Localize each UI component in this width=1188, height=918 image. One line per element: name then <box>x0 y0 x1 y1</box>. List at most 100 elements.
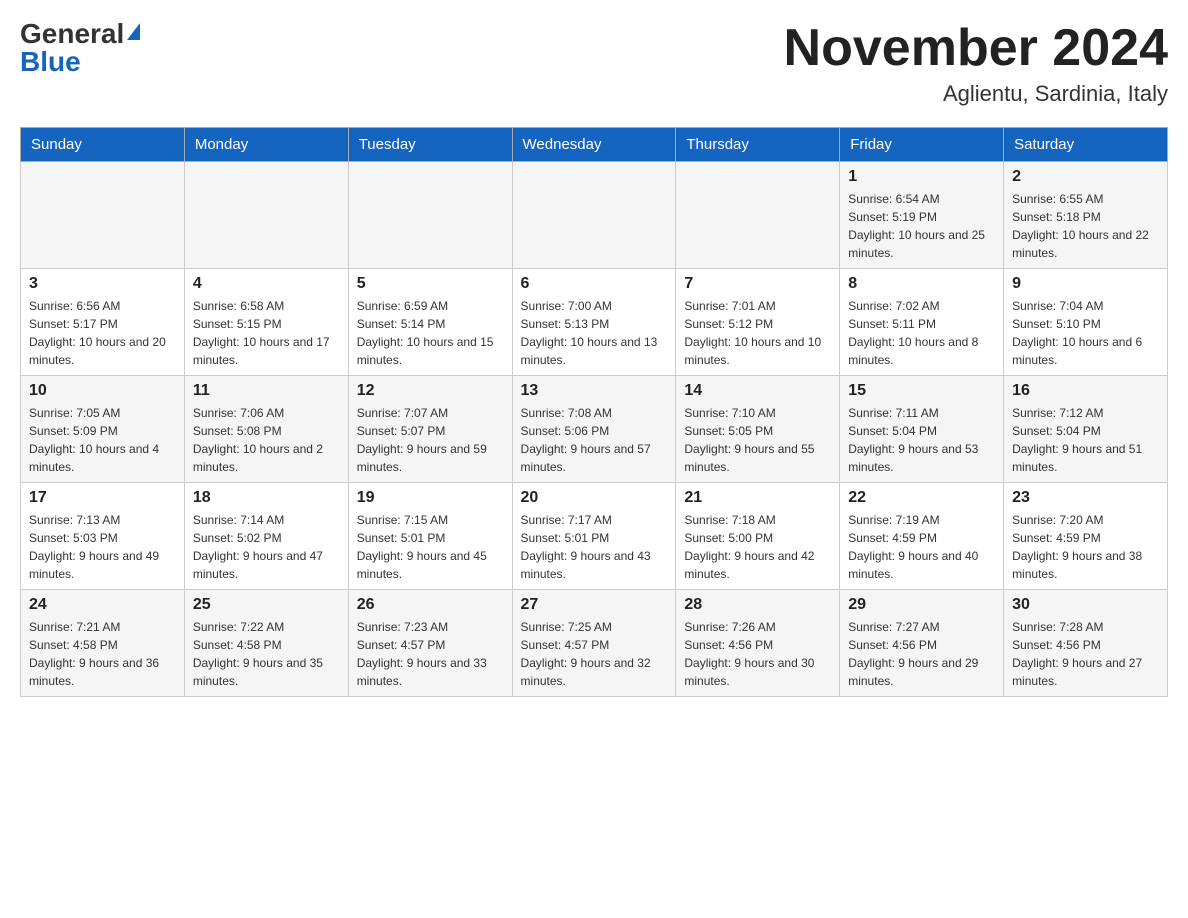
calendar-cell: 16 Sunrise: 7:12 AMSunset: 5:04 PMDayligh… <box>1004 376 1168 483</box>
day-info: Sunrise: 7:05 AMSunset: 5:09 PMDaylight:… <box>29 404 176 476</box>
day-number: 7 <box>684 275 831 293</box>
logo-blue-text: Blue <box>20 48 81 76</box>
day-info: Sunrise: 7:13 AMSunset: 5:03 PMDaylight:… <box>29 511 176 583</box>
day-info: Sunrise: 7:07 AMSunset: 5:07 PMDaylight:… <box>357 404 504 476</box>
day-number: 20 <box>521 489 668 507</box>
calendar-cell: 11 Sunrise: 7:06 AMSunset: 5:08 PMDayligh… <box>184 376 348 483</box>
calendar-week-row: 10 Sunrise: 7:05 AMSunset: 5:09 PMDayligh… <box>21 376 1168 483</box>
day-info: Sunrise: 7:25 AMSunset: 4:57 PMDaylight:… <box>521 618 668 690</box>
calendar-week-row: 1 Sunrise: 6:54 AMSunset: 5:19 PMDaylight… <box>21 162 1168 269</box>
day-number: 16 <box>1012 382 1159 400</box>
day-info: Sunrise: 6:54 AMSunset: 5:19 PMDaylight:… <box>848 190 995 262</box>
day-number: 9 <box>1012 275 1159 293</box>
calendar-cell: 12 Sunrise: 7:07 AMSunset: 5:07 PMDayligh… <box>348 376 512 483</box>
calendar-header-wednesday: Wednesday <box>512 128 676 162</box>
day-info: Sunrise: 7:22 AMSunset: 4:58 PMDaylight:… <box>193 618 340 690</box>
day-number: 28 <box>684 596 831 614</box>
day-number: 19 <box>357 489 504 507</box>
calendar-cell: 7 Sunrise: 7:01 AMSunset: 5:12 PMDaylight… <box>676 269 840 376</box>
day-info: Sunrise: 7:04 AMSunset: 5:10 PMDaylight:… <box>1012 297 1159 369</box>
location-title: Aglientu, Sardinia, Italy <box>784 81 1168 107</box>
day-info: Sunrise: 7:15 AMSunset: 5:01 PMDaylight:… <box>357 511 504 583</box>
day-number: 29 <box>848 596 995 614</box>
day-info: Sunrise: 7:21 AMSunset: 4:58 PMDaylight:… <box>29 618 176 690</box>
calendar-cell: 1 Sunrise: 6:54 AMSunset: 5:19 PMDaylight… <box>840 162 1004 269</box>
calendar-cell <box>21 162 185 269</box>
day-number: 2 <box>1012 168 1159 186</box>
calendar-cell <box>512 162 676 269</box>
day-number: 10 <box>29 382 176 400</box>
day-info: Sunrise: 7:26 AMSunset: 4:56 PMDaylight:… <box>684 618 831 690</box>
logo-triangle-icon <box>127 23 140 40</box>
day-info: Sunrise: 7:18 AMSunset: 5:00 PMDaylight:… <box>684 511 831 583</box>
calendar-cell: 2 Sunrise: 6:55 AMSunset: 5:18 PMDaylight… <box>1004 162 1168 269</box>
day-info: Sunrise: 7:14 AMSunset: 5:02 PMDaylight:… <box>193 511 340 583</box>
day-number: 25 <box>193 596 340 614</box>
day-info: Sunrise: 6:55 AMSunset: 5:18 PMDaylight:… <box>1012 190 1159 262</box>
day-number: 8 <box>848 275 995 293</box>
calendar-header-saturday: Saturday <box>1004 128 1168 162</box>
calendar-week-row: 3 Sunrise: 6:56 AMSunset: 5:17 PMDaylight… <box>21 269 1168 376</box>
day-number: 14 <box>684 382 831 400</box>
calendar-cell <box>676 162 840 269</box>
calendar-cell <box>184 162 348 269</box>
calendar-cell: 29 Sunrise: 7:27 AMSunset: 4:56 PMDayligh… <box>840 590 1004 697</box>
day-number: 23 <box>1012 489 1159 507</box>
calendar-cell: 5Sunrise: 6:59 AMSunset: 5:14 PMDaylight… <box>348 269 512 376</box>
calendar-cell: 14Sunrise: 7:10 AMSunset: 5:05 PMDayligh… <box>676 376 840 483</box>
calendar-cell: 27 Sunrise: 7:25 AMSunset: 4:57 PMDayligh… <box>512 590 676 697</box>
day-info: Sunrise: 7:02 AMSunset: 5:11 PMDaylight:… <box>848 297 995 369</box>
calendar-cell: 30Sunrise: 7:28 AMSunset: 4:56 PMDayligh… <box>1004 590 1168 697</box>
day-info: Sunrise: 7:06 AMSunset: 5:08 PMDaylight:… <box>193 404 340 476</box>
day-number: 21 <box>684 489 831 507</box>
calendar-week-row: 24 Sunrise: 7:21 AMSunset: 4:58 PMDayligh… <box>21 590 1168 697</box>
calendar-cell: 22Sunrise: 7:19 AMSunset: 4:59 PMDayligh… <box>840 483 1004 590</box>
calendar-header-friday: Friday <box>840 128 1004 162</box>
calendar-cell: 28 Sunrise: 7:26 AMSunset: 4:56 PMDayligh… <box>676 590 840 697</box>
calendar-header-row: SundayMondayTuesdayWednesdayThursdayFrid… <box>21 128 1168 162</box>
day-number: 4 <box>193 275 340 293</box>
day-info: Sunrise: 6:56 AMSunset: 5:17 PMDaylight:… <box>29 297 176 369</box>
calendar-cell: 4 Sunrise: 6:58 AMSunset: 5:15 PMDaylight… <box>184 269 348 376</box>
day-number: 11 <box>193 382 340 400</box>
calendar-cell: 3 Sunrise: 6:56 AMSunset: 5:17 PMDaylight… <box>21 269 185 376</box>
day-number: 3 <box>29 275 176 293</box>
logo-general-text: General <box>20 20 124 48</box>
day-info: Sunrise: 6:59 AMSunset: 5:14 PMDaylight:… <box>357 297 504 369</box>
day-info: Sunrise: 7:08 AMSunset: 5:06 PMDaylight:… <box>521 404 668 476</box>
calendar-cell: 15Sunrise: 7:11 AMSunset: 5:04 PMDayligh… <box>840 376 1004 483</box>
day-number: 18 <box>193 489 340 507</box>
day-number: 17 <box>29 489 176 507</box>
calendar-cell: 26Sunrise: 7:23 AMSunset: 4:57 PMDayligh… <box>348 590 512 697</box>
title-area: November 2024 Aglientu, Sardinia, Italy <box>784 20 1168 107</box>
calendar-cell <box>348 162 512 269</box>
calendar-header-monday: Monday <box>184 128 348 162</box>
page-header: General Blue November 2024 Aglientu, Sar… <box>20 20 1168 107</box>
calendar-cell: 9 Sunrise: 7:04 AMSunset: 5:10 PMDaylight… <box>1004 269 1168 376</box>
day-number: 30 <box>1012 596 1159 614</box>
day-info: Sunrise: 7:27 AMSunset: 4:56 PMDaylight:… <box>848 618 995 690</box>
day-info: Sunrise: 7:00 AMSunset: 5:13 PMDaylight:… <box>521 297 668 369</box>
calendar-cell: 19 Sunrise: 7:15 AMSunset: 5:01 PMDayligh… <box>348 483 512 590</box>
day-number: 26 <box>357 596 504 614</box>
day-info: Sunrise: 7:17 AMSunset: 5:01 PMDaylight:… <box>521 511 668 583</box>
day-number: 27 <box>521 596 668 614</box>
calendar-cell: 20 Sunrise: 7:17 AMSunset: 5:01 PMDayligh… <box>512 483 676 590</box>
calendar-cell: 23Sunrise: 7:20 AMSunset: 4:59 PMDayligh… <box>1004 483 1168 590</box>
day-info: Sunrise: 7:01 AMSunset: 5:12 PMDaylight:… <box>684 297 831 369</box>
calendar-week-row: 17 Sunrise: 7:13 AMSunset: 5:03 PMDayligh… <box>21 483 1168 590</box>
day-info: Sunrise: 6:58 AMSunset: 5:15 PMDaylight:… <box>193 297 340 369</box>
day-number: 24 <box>29 596 176 614</box>
day-info: Sunrise: 7:19 AMSunset: 4:59 PMDaylight:… <box>848 511 995 583</box>
calendar-cell: 8 Sunrise: 7:02 AMSunset: 5:11 PMDaylight… <box>840 269 1004 376</box>
calendar-cell: 17 Sunrise: 7:13 AMSunset: 5:03 PMDayligh… <box>21 483 185 590</box>
day-number: 1 <box>848 168 995 186</box>
calendar-header-tuesday: Tuesday <box>348 128 512 162</box>
day-number: 12 <box>357 382 504 400</box>
calendar-cell: 25 Sunrise: 7:22 AMSunset: 4:58 PMDayligh… <box>184 590 348 697</box>
calendar-header-sunday: Sunday <box>21 128 185 162</box>
day-info: Sunrise: 7:11 AMSunset: 5:04 PMDaylight:… <box>848 404 995 476</box>
calendar-cell: 6Sunrise: 7:00 AMSunset: 5:13 PMDaylight… <box>512 269 676 376</box>
day-info: Sunrise: 7:12 AMSunset: 5:04 PMDaylight:… <box>1012 404 1159 476</box>
calendar-cell: 24 Sunrise: 7:21 AMSunset: 4:58 PMDayligh… <box>21 590 185 697</box>
